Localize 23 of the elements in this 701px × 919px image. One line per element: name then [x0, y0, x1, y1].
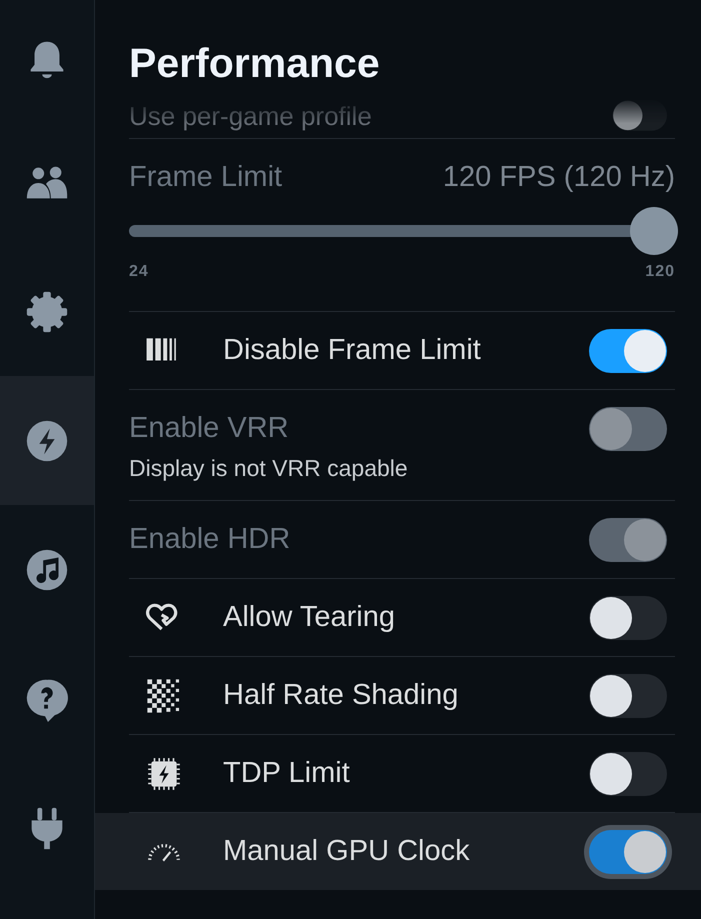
slider-thumb[interactable] [630, 207, 678, 255]
toggle-switch[interactable] [589, 674, 667, 718]
toggle-switch[interactable] [589, 328, 667, 372]
setting-hint: Display is not VRR capable [129, 455, 409, 483]
setting-label: Enable HDR [129, 523, 292, 556]
toggle-switch[interactable] [589, 752, 667, 796]
setting-label: Half Rate Shading [223, 679, 460, 712]
slider[interactable] [129, 207, 678, 255]
focused-row[interactable]: Manual GPU Clock [95, 813, 701, 890]
setting-label: TDP Limit [223, 757, 351, 790]
toggle-switch[interactable] [612, 100, 667, 131]
setting-label: Enable VRR [129, 412, 290, 445]
slider-value: 120 FPS (120 Hz) [442, 160, 675, 195]
setting-label: Use per-game profile [129, 100, 372, 132]
slider-max-label: 120 [645, 263, 675, 281]
setting-label: Disable Frame Limit [223, 334, 482, 367]
setting-label: Allow Tearing [223, 601, 396, 634]
setting-label: Frame Limit [129, 160, 282, 195]
slider-min-label: 24 [129, 263, 149, 281]
toggle-switch[interactable] [589, 596, 667, 640]
setting-label: Manual GPU Clock [223, 835, 471, 868]
sidebar-tab[interactable] [0, 376, 94, 505]
toggle-switch[interactable] [589, 830, 667, 874]
